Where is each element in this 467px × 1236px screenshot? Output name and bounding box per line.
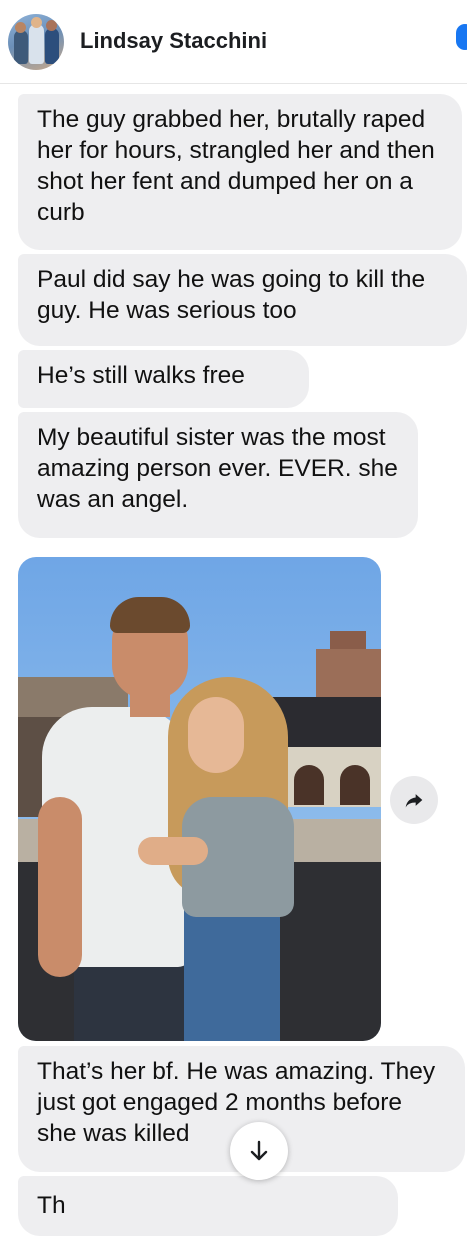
photo-figure — [38, 797, 82, 977]
avatar-figure — [29, 24, 44, 64]
edge-indicator-icon — [456, 24, 467, 50]
avatar-figure — [45, 28, 59, 64]
avatar-head — [31, 17, 42, 28]
photo-figure — [74, 957, 186, 1041]
photo-figure — [138, 837, 208, 865]
contact-name[interactable]: Lindsay Stacchini — [80, 28, 267, 54]
avatar-head — [15, 22, 26, 33]
message-bubble[interactable]: Paul did say he was going to kill the gu… — [18, 254, 467, 346]
chat-header: Lindsay Stacchini — [0, 0, 467, 84]
photo-attachment[interactable] — [18, 557, 381, 1041]
photo-window — [294, 765, 324, 805]
scroll-to-bottom-button[interactable] — [230, 1122, 288, 1180]
contact-avatar[interactable] — [8, 14, 64, 70]
arrow-down-icon — [250, 1140, 268, 1161]
message-bubble[interactable]: He’s still walks free — [18, 350, 309, 408]
photo-figure — [110, 597, 190, 633]
message-bubble[interactable]: Th — [18, 1176, 398, 1236]
avatar-figure — [14, 30, 28, 64]
photo-window — [340, 765, 370, 805]
photo-figure — [184, 909, 280, 1041]
message-bubble[interactable]: My beautiful sister was the most amazing… — [18, 412, 418, 538]
share-button[interactable] — [390, 776, 438, 824]
avatar-head — [46, 20, 57, 31]
share-arrow-icon — [405, 794, 423, 808]
message-bubble[interactable]: The guy grabbed her, brutally raped her … — [18, 94, 462, 250]
photo-figure — [188, 697, 244, 773]
